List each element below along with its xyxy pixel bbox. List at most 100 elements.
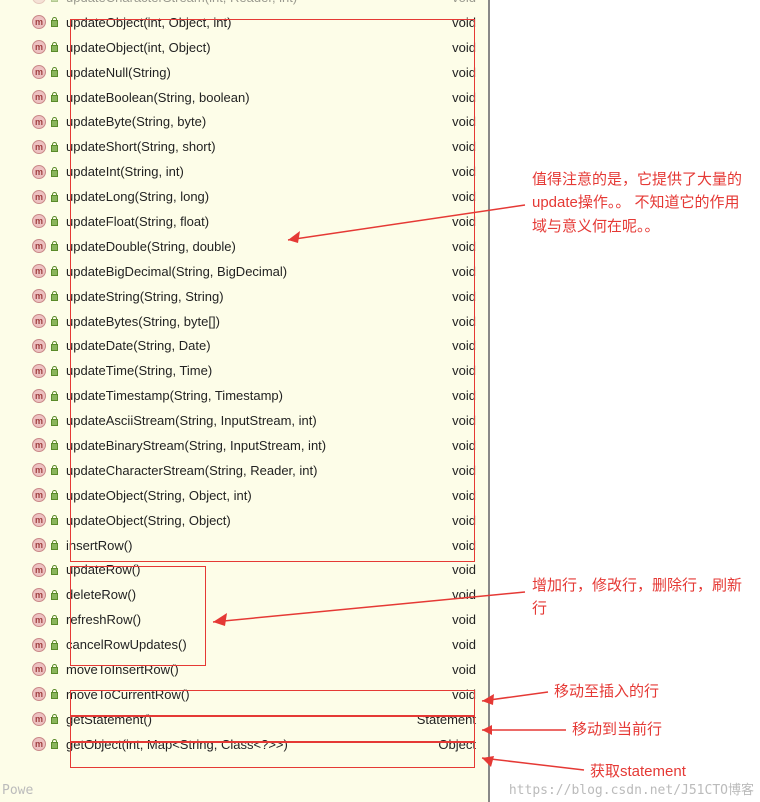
return-type: void: [452, 413, 488, 428]
method-row[interactable]: mupdateString(String, String)void: [0, 284, 488, 309]
abstract-icon: [50, 291, 60, 301]
method-row[interactable]: mgetObject(int, Map<String, Class<?>>)Ob…: [0, 732, 488, 757]
method-row[interactable]: mupdateNull(String)void: [0, 60, 488, 85]
method-row[interactable]: mupdateTime(String, Time)void: [0, 358, 488, 383]
abstract-icon: [50, 440, 60, 450]
method-name: updateByte(String, byte): [66, 114, 452, 129]
return-type: void: [452, 637, 488, 652]
return-type: void: [452, 65, 488, 80]
arrow-move-current: [476, 720, 570, 736]
method-name: updateObject(int, Object, int): [66, 15, 452, 30]
method-name: updateObject(String, Object): [66, 513, 452, 528]
method-icon: m: [32, 463, 46, 477]
method-row[interactable]: mupdateBoolean(String, boolean)void: [0, 85, 488, 110]
method-row[interactable]: mupdateInt(String, int)void: [0, 159, 488, 184]
method-row[interactable]: minsertRow()void: [0, 533, 488, 558]
method-row[interactable]: mupdateBigDecimal(String, BigDecimal)voi…: [0, 259, 488, 284]
method-name: updateObject(int, Object): [66, 40, 452, 55]
method-name: updateRow(): [66, 562, 452, 577]
abstract-icon: [50, 515, 60, 525]
annotation-move-current: 移动到当前行: [572, 718, 662, 741]
method-row[interactable]: mdeleteRow()void: [0, 582, 488, 607]
method-name: refreshRow(): [66, 612, 452, 627]
method-name: deleteRow(): [66, 587, 452, 602]
return-type: void: [452, 114, 488, 129]
method-icon: m: [32, 0, 46, 4]
method-outline-panel: mupdateCharacterStream(int, Reader, int)…: [0, 0, 490, 802]
abstract-icon: [50, 192, 60, 202]
method-row[interactable]: m updateBytes(String, byte[])void: [0, 309, 488, 334]
abstract-icon: [50, 664, 60, 674]
method-row[interactable]: mupdateAsciiStream(String, InputStream, …: [0, 408, 488, 433]
method-name: updateBoolean(String, boolean): [66, 90, 452, 105]
method-icon: m: [32, 214, 46, 228]
method-row[interactable]: mupdateRow()void: [0, 557, 488, 582]
method-row[interactable]: mupdateDate(String, Date)void: [0, 333, 488, 358]
method-row[interactable]: mupdateObject(String, Object, int)void: [0, 483, 488, 508]
abstract-icon: [50, 241, 60, 251]
method-row[interactable]: mupdateTimestamp(String, Timestamp)void: [0, 383, 488, 408]
method-row[interactable]: mupdateByte(String, byte)void: [0, 109, 488, 134]
method-row[interactable]: mupdateLong(String, long)void: [0, 184, 488, 209]
return-type: void: [452, 687, 488, 702]
method-row[interactable]: mcancelRowUpdates()void: [0, 632, 488, 657]
method-icon: m: [32, 339, 46, 353]
method-row[interactable]: mupdateCharacterStream(int, Reader, int)…: [0, 0, 488, 10]
method-name: updateBigDecimal(String, BigDecimal): [66, 264, 452, 279]
return-type: void: [452, 239, 488, 254]
method-row[interactable]: mupdateDouble(String, double)void: [0, 234, 488, 259]
return-type: void: [452, 662, 488, 677]
method-icon: m: [32, 613, 46, 627]
method-row[interactable]: mmoveToInsertRow()void: [0, 657, 488, 682]
return-type: void: [452, 438, 488, 453]
arrow-statement: [476, 754, 588, 776]
method-icon: m: [32, 588, 46, 602]
abstract-icon: [50, 416, 60, 426]
return-type: void: [452, 388, 488, 403]
method-name: updateDate(String, Date): [66, 338, 452, 353]
method-icon: m: [32, 264, 46, 278]
abstract-icon: [50, 590, 60, 600]
method-row[interactable]: mupdateObject(int, Object)void: [0, 35, 488, 60]
abstract-icon: [50, 216, 60, 226]
method-icon: m: [32, 662, 46, 676]
method-row[interactable]: mupdateShort(String, short)void: [0, 134, 488, 159]
abstract-icon: [50, 17, 60, 27]
method-name: moveToCurrentRow(): [66, 687, 452, 702]
method-name: updateFloat(String, float): [66, 214, 452, 229]
method-name: insertRow(): [66, 538, 452, 553]
method-row[interactable]: mrefreshRow()void: [0, 607, 488, 632]
annotation-move-insert: 移动至插入的行: [554, 680, 659, 703]
abstract-icon: [50, 341, 60, 351]
method-row[interactable]: mupdateObject(int, Object, int)void: [0, 10, 488, 35]
method-name: updateCharacterStream(String, Reader, in…: [66, 463, 452, 478]
method-name: getStatement(): [66, 712, 417, 727]
watermark-right: https://blog.csdn.net/J51CTO博客: [509, 779, 754, 798]
method-icon: m: [32, 40, 46, 54]
method-name: updateObject(String, Object, int): [66, 488, 452, 503]
method-row[interactable]: mmoveToCurrentRow()void: [0, 682, 488, 707]
method-name: updateBytes(String, byte[]): [66, 314, 452, 329]
abstract-icon: [50, 167, 60, 177]
method-icon: m: [32, 90, 46, 104]
return-type: void: [452, 363, 488, 378]
abstract-icon: [50, 92, 60, 102]
method-name: getObject(int, Map<String, Class<?>>): [66, 737, 438, 752]
return-type: void: [452, 314, 488, 329]
method-icon: m: [32, 414, 46, 428]
abstract-icon: [50, 0, 60, 2]
method-row[interactable]: mupdateFloat(String, float)void: [0, 209, 488, 234]
method-icon: m: [32, 314, 46, 328]
abstract-icon: [50, 266, 60, 276]
method-row[interactable]: mupdateObject(String, Object)void: [0, 508, 488, 533]
method-row[interactable]: mgetStatement()Statement: [0, 707, 488, 732]
method-icon: m: [32, 513, 46, 527]
abstract-icon: [50, 540, 60, 550]
method-name: updateShort(String, short): [66, 139, 452, 154]
abstract-icon: [50, 490, 60, 500]
method-row[interactable]: mupdateBinaryStream(String, InputStream,…: [0, 433, 488, 458]
method-name: updateInt(String, int): [66, 164, 452, 179]
method-name: updateNull(String): [66, 65, 452, 80]
method-icon: m: [32, 165, 46, 179]
method-row[interactable]: m updateCharacterStream(String, Reader, i…: [0, 458, 488, 483]
